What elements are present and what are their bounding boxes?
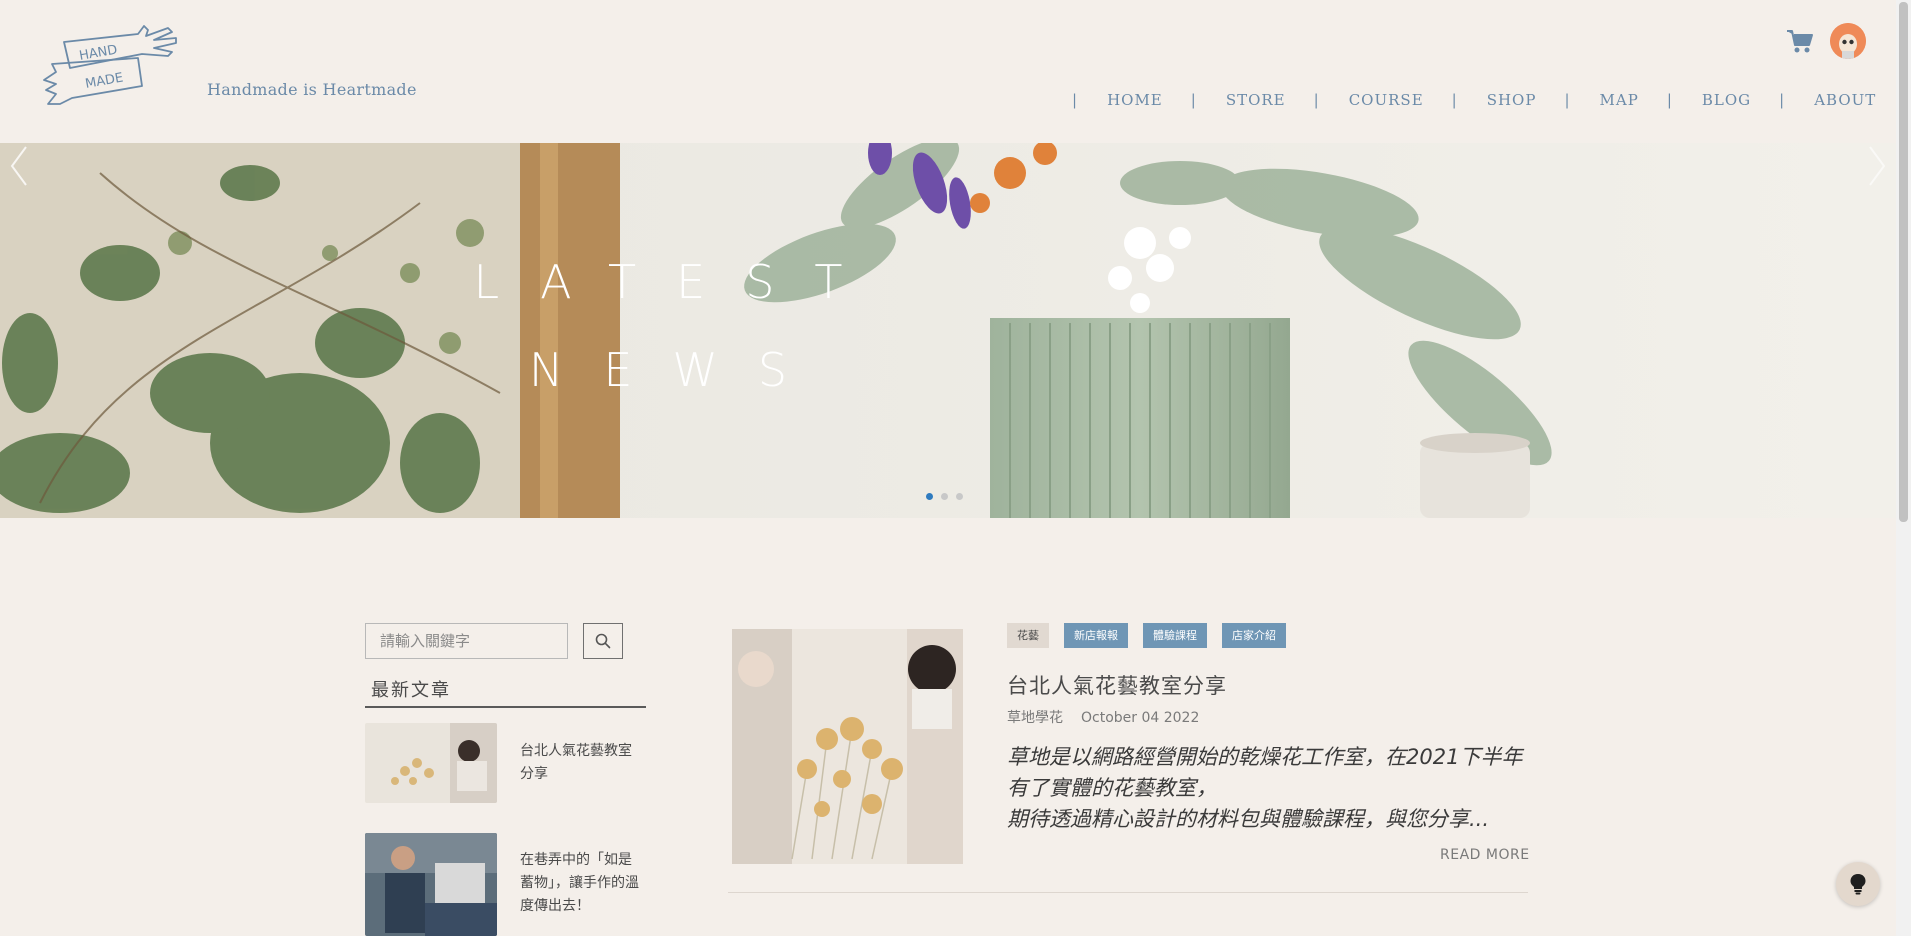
post-author[interactable]: 草地學花 xyxy=(1007,710,1063,726)
hero-title-line2: NEWS xyxy=(528,343,828,397)
post-title[interactable]: 台北人氣花藝教室分享 xyxy=(1007,670,1227,700)
nav-separator: | xyxy=(1451,91,1458,109)
hero-title-line1: LATEST xyxy=(473,255,883,309)
chevron-left-icon[interactable] xyxy=(8,143,30,189)
nav-about[interactable]: ABOUT xyxy=(1814,91,1876,109)
tag-item[interactable]: 店家介紹 xyxy=(1222,623,1286,648)
post-excerpt: 草地是以網路經營開始的乾燥花工作室，在2021下半年有了實體的花藝教室， 期待透… xyxy=(1007,742,1527,835)
search-button[interactable] xyxy=(583,623,623,659)
chevron-right-icon[interactable] xyxy=(1866,143,1888,189)
nav-shop[interactable]: SHOP xyxy=(1487,91,1537,109)
recent-post-thumbnail[interactable] xyxy=(365,723,497,803)
main-nav: | HOME | STORE | COURSE | SHOP | MAP | BLOG | ABOUT xyxy=(1072,91,1876,109)
help-button[interactable] xyxy=(1836,862,1880,906)
hero-carousel: LATEST NEWS xyxy=(0,143,1896,518)
sidebar-divider xyxy=(365,706,646,708)
hero-image xyxy=(0,143,1896,518)
handmade-logo[interactable]: HAND MADE xyxy=(42,24,180,110)
nav-separator: | xyxy=(1779,91,1786,109)
recent-post-title[interactable]: 台北人氣花藝教室分享 xyxy=(520,740,645,786)
nav-separator: | xyxy=(1072,91,1079,109)
post-date: October 04 2022 xyxy=(1081,710,1200,726)
carousel-dots xyxy=(926,493,963,500)
nav-separator: | xyxy=(1564,91,1571,109)
tag-item[interactable]: 花藝 xyxy=(1007,623,1049,648)
post-meta: 草地學花 October 04 2022 xyxy=(1007,707,1199,727)
recent-post-thumbnail[interactable] xyxy=(365,833,497,936)
carousel-dot-2[interactable] xyxy=(941,493,948,500)
nav-store[interactable]: STORE xyxy=(1226,91,1286,109)
post-divider xyxy=(728,892,1528,893)
user-avatar[interactable] xyxy=(1830,23,1866,59)
nav-map[interactable]: MAP xyxy=(1600,91,1639,109)
cart-icon[interactable] xyxy=(1786,28,1814,54)
nav-separator: | xyxy=(1313,91,1320,109)
svg-text:HAND: HAND xyxy=(78,42,118,63)
nav-separator: | xyxy=(1190,91,1197,109)
post-featured-image[interactable] xyxy=(732,629,963,864)
search-input[interactable]: 請輸入關鍵字 xyxy=(365,623,568,659)
page-scrollbar[interactable] xyxy=(1896,0,1911,936)
nav-home[interactable]: HOME xyxy=(1107,91,1163,109)
svg-text:MADE: MADE xyxy=(84,71,124,92)
nav-separator: | xyxy=(1666,91,1673,109)
recent-post-title[interactable]: 在巷弄中的「如是蓄物」，讓手作的溫度傳出去！ xyxy=(520,849,645,918)
post-excerpt-line1: 草地是以網路經營開始的乾燥花工作室，在2021下半年有了實體的花藝教室， xyxy=(1007,745,1523,800)
post-tags: 花藝 新店報報 體驗課程 店家介紹 xyxy=(1007,623,1286,648)
lightbulb-icon xyxy=(1850,874,1866,895)
scrollbar-thumb[interactable] xyxy=(1899,2,1908,522)
tag-item[interactable]: 體驗課程 xyxy=(1143,623,1207,648)
carousel-dot-1[interactable] xyxy=(926,493,933,500)
nav-course[interactable]: COURSE xyxy=(1349,91,1424,109)
read-more-link[interactable]: READ MORE xyxy=(1440,847,1530,863)
search-icon xyxy=(595,633,611,649)
recent-posts-title: 最新文章 xyxy=(371,680,451,701)
post-excerpt-line2: 期待透過精心設計的材料包與體驗課程，與您分享... xyxy=(1007,807,1490,831)
nav-blog[interactable]: BLOG xyxy=(1702,91,1751,109)
tag-item[interactable]: 新店報報 xyxy=(1064,623,1128,648)
carousel-dot-3[interactable] xyxy=(956,493,963,500)
site-tagline: Handmade is Heartmade xyxy=(207,80,417,99)
site-header: HAND MADE Handmade is Heartmade | HOME | ST… xyxy=(0,0,1896,143)
